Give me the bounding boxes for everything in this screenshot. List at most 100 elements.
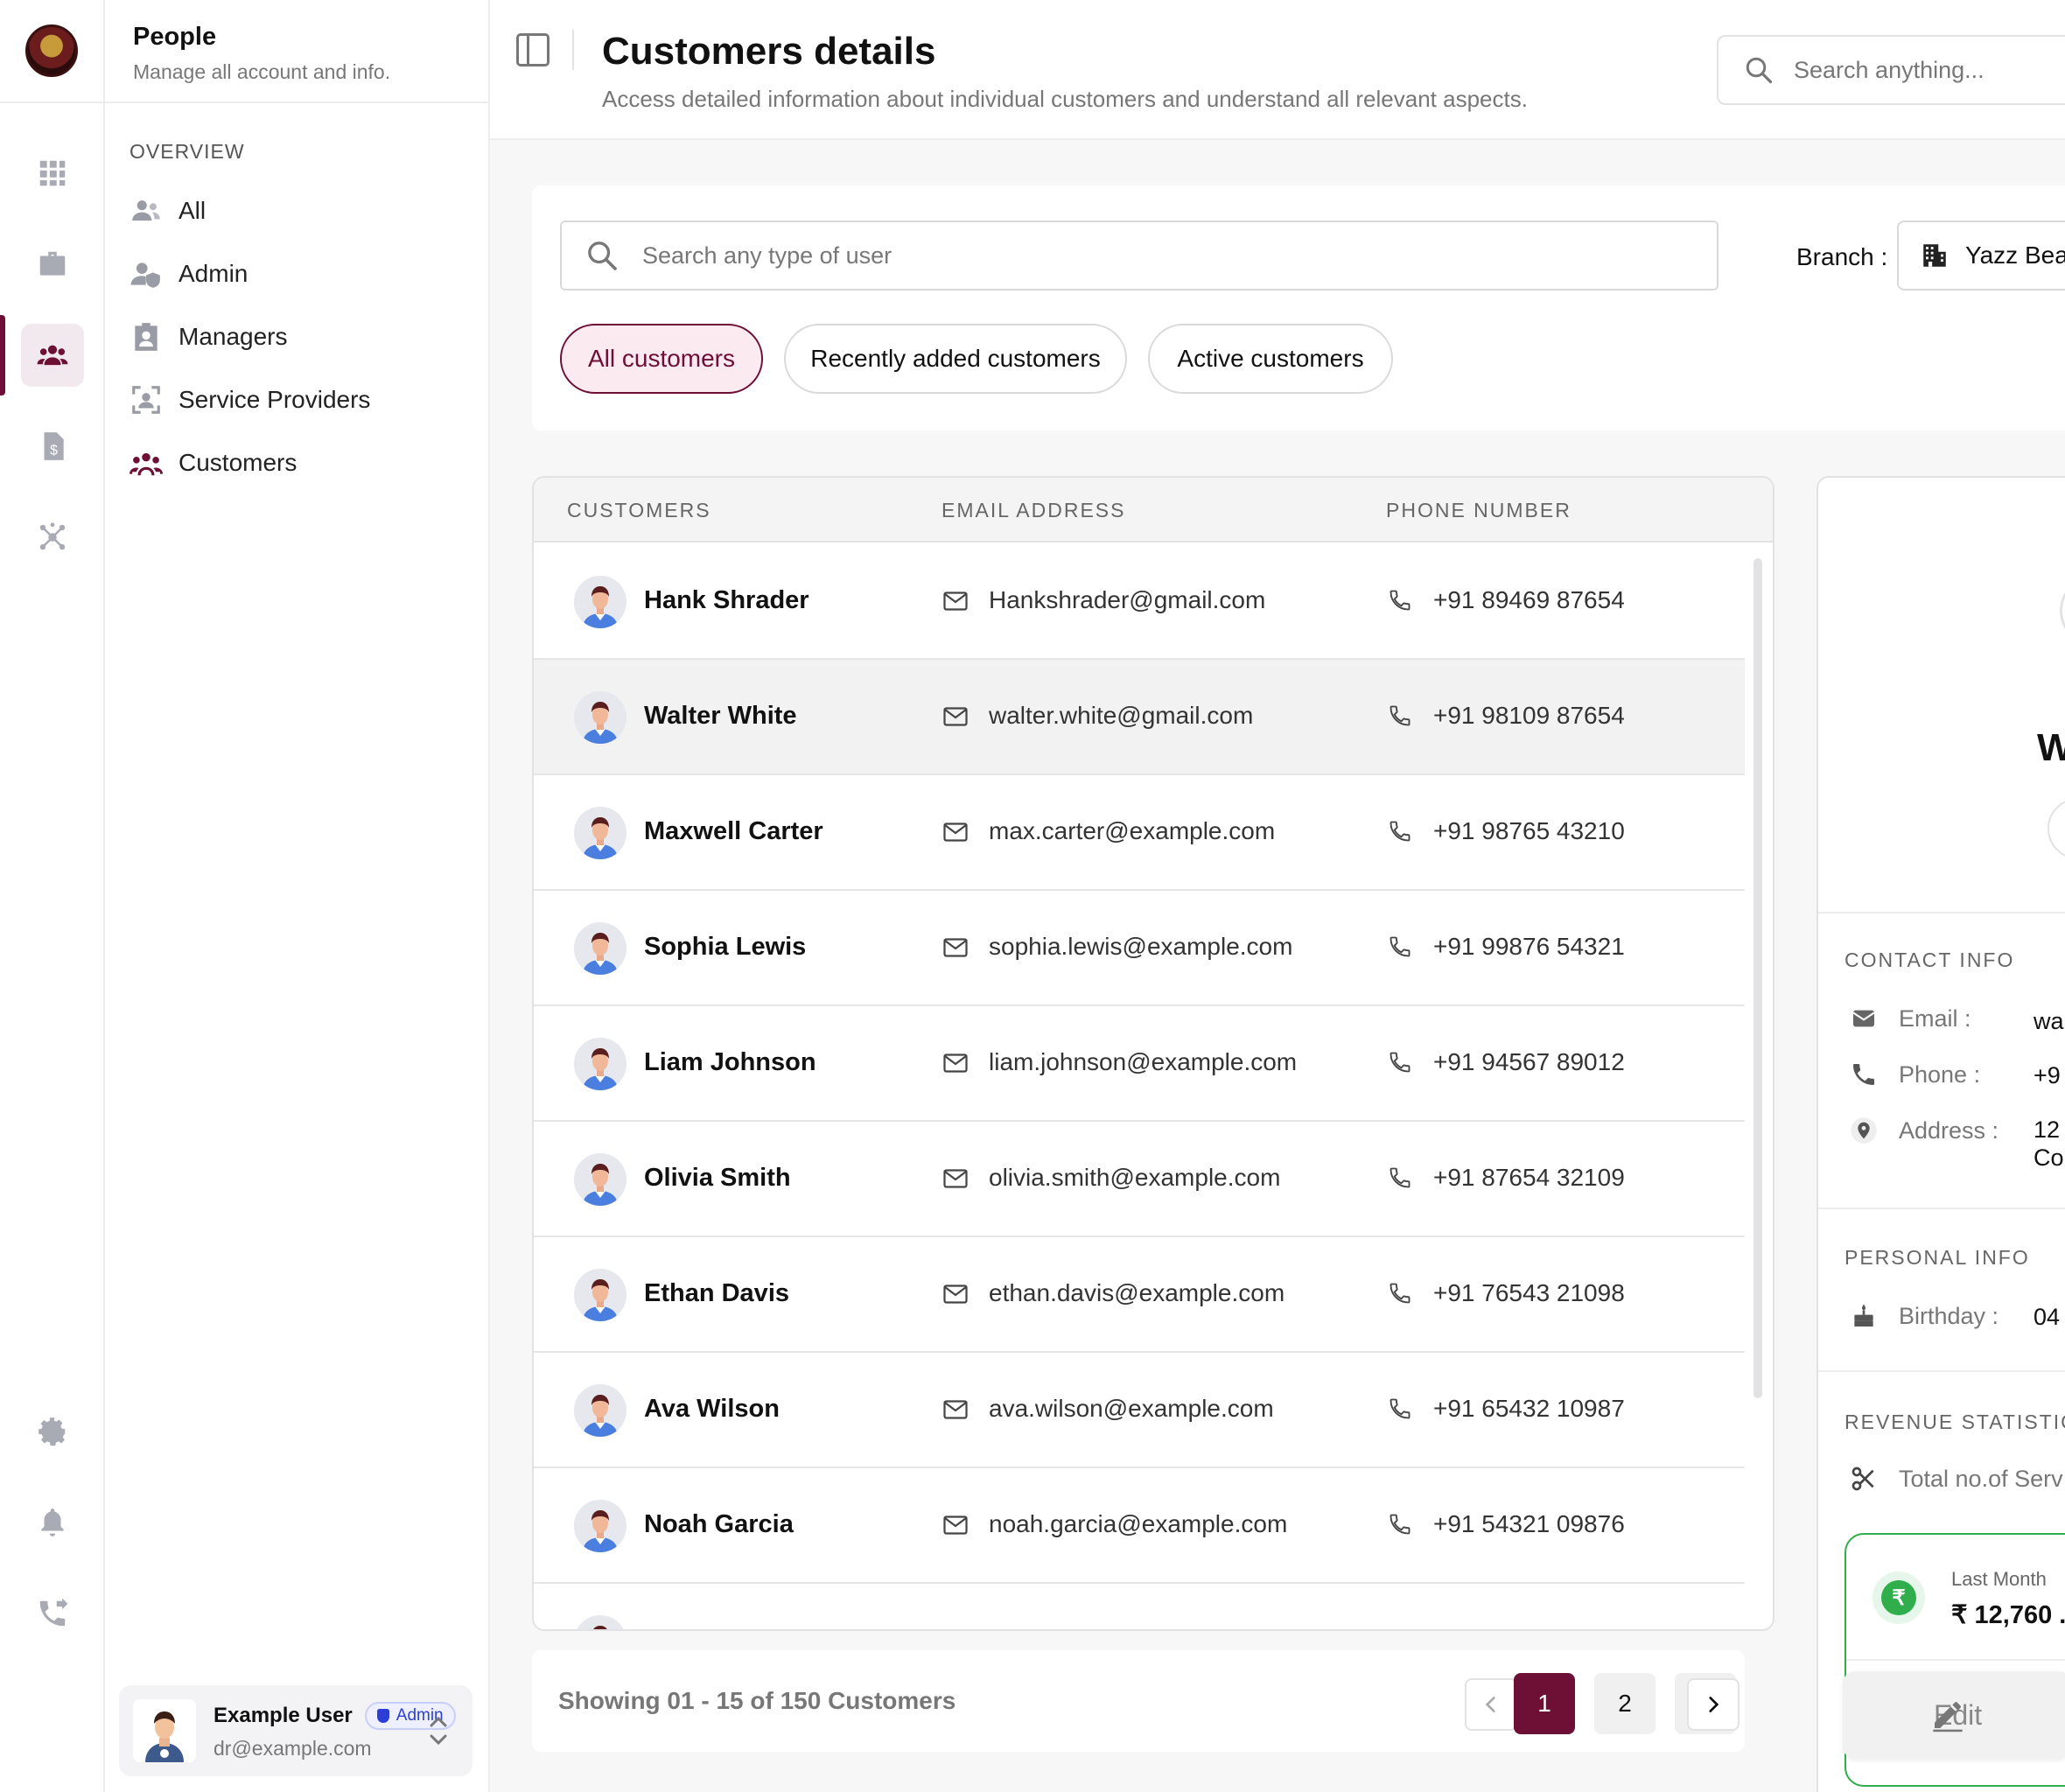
invoice-icon[interactable]: $	[21, 415, 84, 478]
table-row[interactable]: Walter White walter.white@gmail.com +91 98…	[534, 660, 1745, 775]
personal-info-title: PERSONAL INFO	[1844, 1246, 2030, 1269]
page-button-2[interactable]: 2	[1594, 1673, 1656, 1734]
tab-recently-added-customers[interactable]: Recently added customers	[784, 324, 1127, 394]
detail-phone-label: Phone :	[1899, 1060, 1981, 1088]
edit-button[interactable]: Edit	[1843, 1671, 2065, 1759]
branch-label: Branch :	[1796, 243, 1888, 270]
settings-icon[interactable]	[21, 1400, 84, 1463]
detail-phone-value: +9	[2034, 1062, 2061, 1088]
table-row[interactable]: Ava Wilson ava.wilson@example.com +91 6543…	[534, 1353, 1745, 1468]
table-row[interactable]: Hank Shrader Hankshrader@gmail.com +91 894…	[534, 544, 1745, 660]
network-icon[interactable]	[21, 506, 84, 569]
sidebar-item-managers[interactable]: Managers	[130, 320, 288, 354]
table-row[interactable]: Noah Garcia noah.garcia@example.com +91 54…	[534, 1468, 1745, 1584]
detail-email-label: Email :	[1899, 1004, 1971, 1032]
phone-icon	[1388, 1396, 1412, 1421]
search-icon	[1746, 57, 1773, 84]
page-subtitle: Access detailed information about indivi…	[602, 86, 1528, 112]
global-search-input[interactable]: Search anything...	[1717, 35, 2065, 105]
user-search-input[interactable]: Search any type of user	[560, 220, 1718, 290]
detail-action-button[interactable]	[2048, 798, 2065, 859]
next-page-button[interactable]	[1687, 1678, 1740, 1731]
table-scrollbar[interactable]	[1754, 558, 1762, 1398]
rail-active-indicator	[0, 315, 5, 396]
customer-avatar	[574, 1615, 626, 1629]
customer-email: walter.white@gmail.com	[989, 702, 1254, 729]
customer-phone: +91 94567 89012	[1433, 1048, 1625, 1075]
detail-divider	[1818, 1370, 2065, 1372]
table-row[interactable]: Ethan Davis ethan.davis@example.com +91 76…	[534, 1237, 1745, 1353]
customer-phone: +91 87654 32109	[1433, 1164, 1625, 1191]
column-header-phone[interactable]: PHONE NUMBER	[1386, 499, 1572, 522]
customer-phone: +91 89469 87654	[1433, 586, 1625, 613]
column-header-email[interactable]: EMAIL ADDRESS	[942, 499, 1125, 522]
mail-icon	[943, 822, 968, 842]
page-button-1[interactable]: 1	[1514, 1673, 1575, 1734]
table-row-partial[interactable]	[534, 1584, 1745, 1629]
chevron-left-icon	[1485, 1697, 1495, 1712]
detail-address-label: Address :	[1899, 1116, 1999, 1144]
column-header-customers[interactable]: CUSTOMERS	[567, 499, 711, 522]
customers-icon	[130, 452, 163, 476]
table-row[interactable]: Olivia Smith olivia.smith@example.com +91 …	[534, 1122, 1745, 1237]
people-sidebar: People Manage all account and info. OVER…	[105, 0, 490, 1792]
customer-avatar	[574, 576, 626, 628]
location-pin-icon	[1851, 1117, 1877, 1144]
customer-phone: +91 76543 21098	[1433, 1279, 1625, 1306]
admin-shield-icon	[130, 262, 160, 288]
sidebar-toggle-icon[interactable]	[516, 33, 550, 66]
search-icon	[588, 242, 617, 270]
current-user-card[interactable]: Example User Admin dr@example.com	[119, 1685, 472, 1776]
user-avatar	[133, 1699, 196, 1762]
sidebar-item-admin[interactable]: Admin	[130, 257, 248, 290]
people-icon[interactable]	[21, 324, 84, 387]
chevron-up-down-icon[interactable]	[427, 1712, 450, 1750]
sidebar-item-all[interactable]: All	[130, 194, 206, 228]
customer-email: Hankshrader@gmail.com	[989, 586, 1266, 613]
phone-icon	[1388, 1281, 1412, 1306]
customer-name: Liam Johnson	[644, 1048, 816, 1076]
mail-icon	[943, 1169, 968, 1188]
tab-active-customers[interactable]: Active customers	[1148, 324, 1393, 394]
revenue-statistics-title: REVENUE STATISTIC	[1844, 1410, 2065, 1433]
mail-icon	[943, 592, 968, 611]
branch-select[interactable]: Yazz Beau	[1897, 220, 2065, 290]
detail-phone-row: Phone :	[1850, 1060, 1980, 1088]
sidebar-title: People	[133, 23, 217, 51]
phone-icon	[1388, 934, 1412, 959]
phone-icon	[1388, 704, 1412, 728]
table-row[interactable]: Sophia Lewis sophia.lewis@example.com +91 …	[534, 891, 1745, 1006]
user-email: dr@example.com	[214, 1736, 372, 1760]
card-divider	[1846, 1659, 2065, 1661]
branch-value: Yazz Beau	[1965, 242, 2065, 269]
customer-name: Sophia Lewis	[644, 933, 807, 961]
mail-icon	[943, 1516, 968, 1535]
sidebar-item-label: All	[178, 197, 206, 224]
sidebar-item-service-providers[interactable]: Service Providers	[130, 383, 370, 416]
face-scan-icon	[132, 386, 160, 414]
user-name: Example User	[214, 1703, 353, 1727]
sidebar-item-customers[interactable]: Customers	[130, 446, 297, 480]
table-row[interactable]: Maxwell Carter max.carter@example.com +91 …	[534, 775, 1745, 891]
customer-avatar	[574, 691, 626, 744]
phone-icon	[1388, 1166, 1412, 1190]
tab-all-customers[interactable]: All customers	[560, 324, 763, 394]
detail-avatar	[2060, 576, 2065, 646]
customer-name: Noah Garcia	[644, 1510, 794, 1538]
detail-services-row: Total no.of Serv	[1850, 1465, 2063, 1493]
page-header: Customers details Access detailed inform…	[490, 0, 2065, 140]
customer-detail-panel: W CONTACT INFO Email : wa Phone : +9 Add…	[1816, 476, 2065, 1792]
prev-page-button[interactable]	[1465, 1678, 1517, 1731]
dashboard-icon[interactable]	[21, 142, 84, 205]
table-row[interactable]: Liam Johnson liam.johnson@example.com +91 …	[534, 1006, 1745, 1122]
mail-icon	[943, 1284, 968, 1304]
customer-avatar	[574, 1038, 626, 1090]
page-title: Customers details	[602, 30, 936, 73]
phone-icon	[1388, 588, 1412, 612]
phone-icon	[1388, 1050, 1412, 1074]
bell-icon[interactable]	[21, 1491, 84, 1554]
sidebar-item-label: Managers	[178, 323, 288, 350]
phone-forward-icon[interactable]	[21, 1582, 84, 1645]
brand-logo[interactable]	[25, 24, 78, 77]
briefcase-icon[interactable]	[21, 233, 84, 296]
